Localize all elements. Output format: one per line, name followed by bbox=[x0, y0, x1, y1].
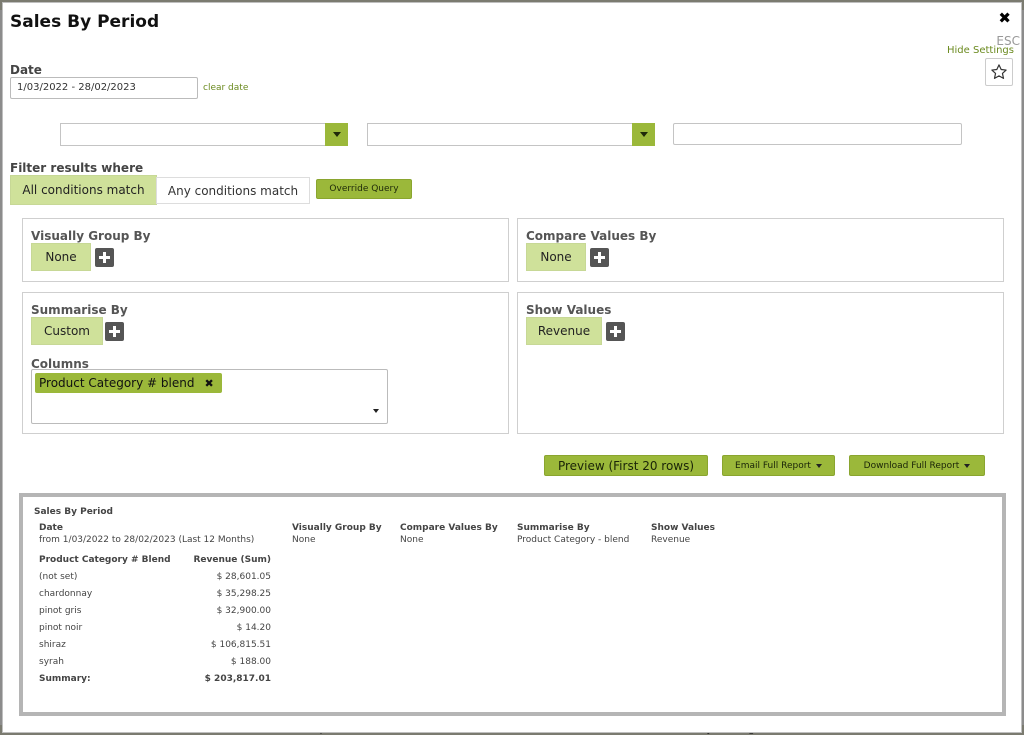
date-range-input[interactable]: 1/03/2022 - 28/02/2023 bbox=[10, 77, 198, 99]
column-header: Product Category # Blend bbox=[39, 554, 171, 565]
table-cell: $ 32,900.00 bbox=[216, 605, 271, 616]
sales-by-period-modal: Sales By Period ✖ ESC Hide Settings Date… bbox=[2, 2, 1022, 733]
table-row: (not set) $ 28,601.05 bbox=[39, 568, 271, 585]
table-cell: $ 35,298.25 bbox=[216, 588, 271, 599]
column-header: Revenue (Sum) bbox=[193, 554, 271, 565]
report-meta-label: Visually Group By bbox=[292, 523, 382, 533]
column-tag: Product Category # blend ✖ bbox=[35, 373, 222, 393]
caret-down-icon[interactable] bbox=[373, 409, 379, 413]
summarise-by-value[interactable]: Custom bbox=[31, 317, 103, 345]
plus-icon bbox=[99, 252, 110, 263]
report-meta-label: Summarise By bbox=[517, 523, 590, 533]
compare-values-by-panel: Compare Values By None bbox=[517, 218, 1004, 282]
download-full-report-button[interactable]: Download Full Report bbox=[849, 455, 985, 476]
report-table: Product Category # Blend Revenue (Sum) (… bbox=[39, 551, 271, 687]
visually-group-by-value[interactable]: None bbox=[31, 243, 91, 271]
compare-values-by-label: Compare Values By bbox=[526, 229, 657, 243]
table-cell: $ 106,815.51 bbox=[210, 639, 271, 650]
summary-row: Summary: $ 203,817.01 bbox=[39, 670, 271, 687]
report-preview: Sales By Period Date from 1/03/2022 to 2… bbox=[19, 493, 1006, 716]
visually-group-by-panel: Visually Group By None bbox=[22, 218, 509, 282]
report-meta-label: Show Values bbox=[651, 523, 716, 533]
favorite-button[interactable] bbox=[985, 58, 1013, 86]
filter-operator-select[interactable] bbox=[367, 123, 655, 146]
override-query-button[interactable]: Override Query bbox=[316, 179, 412, 199]
table-row: shiraz $ 106,815.51 bbox=[39, 636, 271, 653]
report-meta-value: None bbox=[400, 535, 424, 545]
report-meta-label: Date bbox=[39, 523, 63, 533]
caret-down-icon bbox=[964, 463, 971, 468]
email-full-report-label: Email Full Report bbox=[735, 460, 811, 471]
plus-icon bbox=[594, 252, 605, 263]
summary-label: Summary: bbox=[39, 673, 91, 684]
summarise-by-panel: Summarise By Custom Columns Product Cate… bbox=[22, 292, 509, 434]
report-meta-value: None bbox=[292, 535, 316, 545]
summarise-by-label: Summarise By bbox=[31, 303, 128, 317]
visually-group-by-label: Visually Group By bbox=[31, 229, 151, 243]
filter-value-input[interactable] bbox=[673, 123, 962, 145]
add-compare-button[interactable] bbox=[590, 248, 609, 267]
report-meta-value: Revenue bbox=[651, 535, 691, 545]
table-row: pinot noir $ 14.20 bbox=[39, 619, 271, 636]
table-cell: syrah bbox=[39, 656, 64, 667]
plus-icon bbox=[109, 326, 120, 337]
report-meta-value: Product Category - blend bbox=[517, 535, 630, 545]
plus-icon bbox=[610, 326, 621, 337]
column-tag-label: Product Category # blend bbox=[39, 376, 195, 390]
table-row: syrah $ 188.00 bbox=[39, 653, 271, 670]
remove-tag-icon[interactable]: ✖ bbox=[204, 377, 213, 390]
add-value-button[interactable] bbox=[606, 322, 625, 341]
chevron-down-icon bbox=[632, 123, 655, 146]
caret-down-icon bbox=[815, 463, 822, 468]
table-row: chardonnay $ 35,298.25 bbox=[39, 585, 271, 602]
hide-settings-link[interactable]: Hide Settings bbox=[947, 45, 1014, 56]
filter-results-label: Filter results where bbox=[10, 161, 144, 175]
table-cell: $ 28,601.05 bbox=[216, 571, 271, 582]
table-header-row: Product Category # Blend Revenue (Sum) bbox=[39, 551, 271, 568]
table-cell: chardonnay bbox=[39, 588, 93, 599]
table-cell: $ 188.00 bbox=[230, 656, 271, 667]
email-full-report-button[interactable]: Email Full Report bbox=[722, 455, 835, 476]
any-conditions-toggle[interactable]: Any conditions match bbox=[156, 177, 310, 204]
show-values-value[interactable]: Revenue bbox=[526, 317, 602, 345]
all-conditions-toggle[interactable]: All conditions match bbox=[10, 175, 157, 205]
summary-value: $ 203,817.01 bbox=[204, 673, 271, 684]
table-row: pinot gris $ 32,900.00 bbox=[39, 602, 271, 619]
star-icon bbox=[991, 64, 1007, 79]
table-cell: $ 14.20 bbox=[236, 622, 271, 633]
add-group-button[interactable] bbox=[95, 248, 114, 267]
table-cell: pinot noir bbox=[39, 622, 83, 633]
table-cell: shiraz bbox=[39, 639, 66, 650]
date-label: Date bbox=[10, 63, 42, 77]
show-values-label: Show Values bbox=[526, 303, 612, 317]
chevron-down-icon bbox=[325, 123, 348, 146]
download-full-report-label: Download Full Report bbox=[863, 460, 960, 471]
table-cell: (not set) bbox=[39, 571, 78, 582]
table-cell: pinot gris bbox=[39, 605, 82, 616]
report-meta-label: Compare Values By bbox=[400, 523, 498, 533]
report-title: Sales By Period bbox=[34, 507, 113, 517]
modal-title: Sales By Period bbox=[10, 12, 160, 32]
show-values-panel: Show Values Revenue bbox=[517, 292, 1004, 434]
report-meta-value: from 1/03/2022 to 28/02/2023 (Last 12 Mo… bbox=[39, 535, 255, 545]
filter-field-select[interactable] bbox=[60, 123, 348, 146]
clear-date-link[interactable]: clear date bbox=[203, 83, 248, 93]
preview-button[interactable]: Preview (First 20 rows) bbox=[544, 455, 708, 476]
add-summarise-button[interactable] bbox=[105, 322, 124, 341]
columns-multiselect[interactable]: Product Category # blend ✖ bbox=[31, 369, 388, 424]
close-icon[interactable]: ✖ bbox=[998, 9, 1011, 27]
compare-values-by-value[interactable]: None bbox=[526, 243, 586, 271]
